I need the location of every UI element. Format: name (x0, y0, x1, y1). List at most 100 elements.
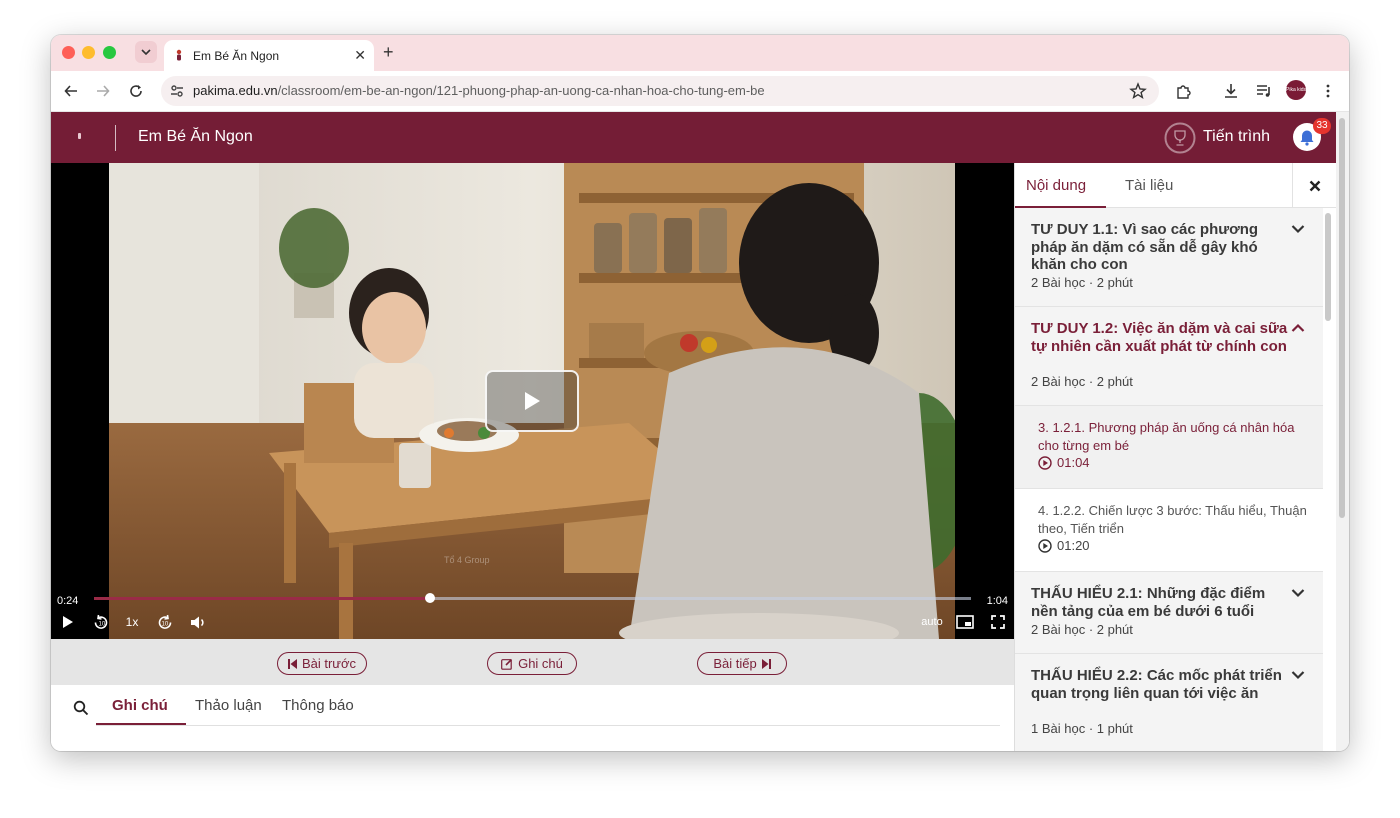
section-title: THẤU HIỂU 2.1: Những đặc điểm nền tảng c… (1031, 585, 1266, 620)
tab-announcements[interactable]: Thông báo (282, 697, 354, 714)
play-icon (525, 392, 540, 410)
lesson-navigation: Bài trước Ghi chú Bài tiếp (51, 639, 1014, 685)
previous-lesson-button[interactable]: Bài trước (277, 652, 367, 675)
big-play-button[interactable] (485, 370, 579, 432)
extensions-button[interactable] (1173, 81, 1193, 101)
curriculum-section[interactable]: TƯ DUY 1.1: Vì sao các phương pháp ăn dặ… (1015, 208, 1323, 307)
lesson-item[interactable]: 4. 1.2.2. Chiến lược 3 bước: Thấu hiểu, … (1015, 489, 1323, 572)
section-meta: 2 Bài học · 2 phút (1031, 622, 1133, 637)
next-lesson-label: Bài tiếp (713, 656, 757, 671)
curriculum-section[interactable]: TƯ DUY 1.2: Việc ăn dặm và cai sữa tự nh… (1015, 307, 1323, 406)
baby-favicon-icon (176, 49, 182, 61)
tab-notes[interactable]: Ghi chú (112, 697, 168, 714)
back-button[interactable] (61, 81, 81, 101)
picture-in-picture-button[interactable] (955, 612, 975, 632)
arrow-right-icon (97, 85, 110, 97)
note-button[interactable]: Ghi chú (487, 652, 577, 675)
maximize-window-button[interactable] (103, 46, 116, 59)
forward-10-button[interactable]: 10 (154, 612, 176, 632)
skip-previous-icon (287, 658, 297, 669)
address-bar[interactable]: pakima.edu.vn/classroom/em-be-an-ngon/12… (161, 76, 1159, 106)
chevron-down-icon[interactable] (1291, 588, 1305, 598)
volume-button[interactable] (188, 612, 208, 632)
next-lesson-button[interactable]: Bài tiếp (697, 652, 787, 675)
url-text: pakima.edu.vn/classroom/em-be-an-ngon/12… (193, 83, 765, 98)
close-tab-icon[interactable]: ✕ (354, 47, 366, 63)
sidebar-scrollbar[interactable] (1325, 213, 1331, 321)
search-icon[interactable] (73, 700, 89, 716)
browser-tab[interactable]: Em Bé Ăn Ngon ✕ (164, 40, 374, 71)
play-icon (63, 616, 73, 628)
arrow-left-icon (64, 85, 77, 97)
curriculum-section[interactable]: THẤU HIỂU 2.2: Các mốc phát triển quan t… (1015, 654, 1323, 751)
playback-speed-button[interactable]: 1x (122, 612, 142, 632)
lesson-item[interactable]: 3. 1.2.1. Phương pháp ăn uống cá nhân hó… (1015, 406, 1323, 489)
notification-badge: 33 (1313, 118, 1331, 134)
more-vertical-icon (1326, 84, 1330, 98)
seek-handle[interactable] (424, 593, 435, 603)
play-button[interactable] (59, 612, 77, 632)
playlist-icon (1257, 85, 1270, 97)
puzzle-icon (1176, 84, 1191, 99)
page-scrollbar-thumb[interactable] (1339, 118, 1345, 518)
video-watermark: Tổ 4 Group (444, 555, 490, 565)
rewind-10-button[interactable]: 10 (89, 612, 111, 632)
header-divider (115, 125, 116, 151)
app-header: Em Bé Ăn Ngon Tiến trình 33 (51, 112, 1336, 163)
profile-avatar[interactable]: Pika kids (1286, 80, 1306, 100)
edit-note-icon (501, 658, 513, 670)
curriculum-section[interactable]: THẤU HIỂU 2.1: Những đặc điểm nền tảng c… (1015, 572, 1323, 654)
downloads-button[interactable] (1221, 81, 1241, 101)
new-tab-button[interactable]: + (383, 42, 394, 62)
fast-forward-icon: 10 (158, 614, 171, 629)
reload-icon (130, 85, 142, 97)
section-meta: 2 Bài học · 2 phút (1031, 374, 1133, 389)
forward-button[interactable] (93, 81, 113, 101)
url-host: pakima.edu.vn (193, 83, 278, 98)
curriculum-list: TƯ DUY 1.1: Vì sao các phương pháp ăn dặ… (1015, 208, 1323, 751)
tab-discussion[interactable]: Thảo luận (195, 697, 262, 714)
svg-text:10: 10 (98, 621, 105, 627)
trophy-progress-icon[interactable] (1164, 122, 1196, 154)
svg-text:10: 10 (161, 621, 168, 627)
lesson-duration: 01:20 (1038, 538, 1090, 553)
tab-title: Em Bé Ăn Ngon (193, 49, 280, 63)
seek-bar[interactable] (94, 593, 971, 603)
tab-content[interactable]: Nội dung (1026, 177, 1086, 194)
bookmark-star-icon[interactable] (1129, 82, 1147, 100)
seek-bar-played (94, 597, 430, 600)
download-icon (1225, 84, 1237, 98)
tab-search-button[interactable] (135, 41, 157, 63)
tabs-divider (96, 725, 1000, 726)
lower-panel: Ghi chú Thảo luận Thông báo (51, 685, 1014, 751)
progress-label[interactable]: Tiến trình (1203, 128, 1270, 146)
sidebar-tabs: Nội dung Tài liệu (1015, 163, 1336, 208)
skip-next-icon (761, 658, 771, 669)
tab-documents[interactable]: Tài liệu (1125, 177, 1173, 194)
browser-toolbar: pakima.edu.vn/classroom/em-be-an-ngon/12… (51, 71, 1349, 112)
section-title: TƯ DUY 1.2: Việc ăn dặm và cai sữa tự nh… (1031, 320, 1288, 355)
close-sidebar-button[interactable] (1292, 163, 1336, 208)
chevron-down-icon (141, 49, 151, 55)
browser-menu-button[interactable] (1318, 81, 1338, 101)
play-circle-icon (1038, 455, 1052, 470)
page-scrollbar[interactable] (1336, 112, 1349, 751)
video-player[interactable]: Tổ 4 Group 0:24 1:04 10 1x 10 auto (51, 163, 1014, 639)
section-title: TƯ DUY 1.1: Vì sao các phương pháp ăn dặ… (1031, 221, 1259, 273)
course-title: Em Bé Ăn Ngon (138, 128, 253, 145)
logo-icon[interactable] (78, 133, 81, 139)
close-icon (1309, 180, 1321, 191)
chevron-down-icon[interactable] (1291, 224, 1305, 234)
fullscreen-icon (991, 615, 1005, 629)
media-controls-button[interactable] (1254, 81, 1274, 101)
speed-label: 1x (125, 615, 139, 629)
lesson-title: 3. 1.2.1. Phương pháp ăn uống cá nhân hó… (1038, 420, 1295, 453)
chevron-up-icon[interactable] (1291, 323, 1305, 333)
fullscreen-button[interactable] (988, 612, 1008, 632)
close-window-button[interactable] (62, 46, 75, 59)
bell-icon (1300, 130, 1314, 146)
quality-button[interactable]: auto (919, 612, 945, 632)
minimize-window-button[interactable] (82, 46, 95, 59)
chevron-down-icon[interactable] (1291, 670, 1305, 680)
reload-button[interactable] (126, 81, 146, 101)
